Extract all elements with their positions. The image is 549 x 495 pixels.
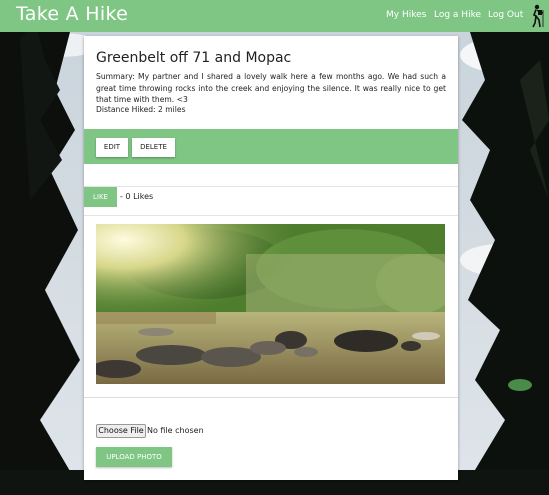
likes-count: - 0 Likes	[120, 192, 154, 201]
hiker-icon[interactable]	[530, 4, 546, 28]
nav-link-log-out[interactable]: Log Out	[488, 10, 523, 20]
file-status-text: No file chosen	[147, 426, 204, 435]
delete-button[interactable]: DELETE	[132, 138, 175, 157]
hike-card: Greenbelt off 71 and Mopac Summary: My p…	[84, 36, 458, 480]
like-row: LIKE - 0 Likes	[84, 186, 458, 216]
hike-distance: Distance Hiked: 2 miles	[96, 105, 186, 114]
hike-title: Greenbelt off 71 and Mopac	[96, 50, 292, 66]
navbar: Take A Hike My Hikes Log a Hike Log Out	[0, 0, 549, 32]
brand-logo[interactable]: Take A Hike	[16, 3, 128, 25]
hike-summary: Summary: My partner and I shared a lovel…	[96, 72, 446, 104]
card-action-bar: EDIT DELETE	[84, 129, 458, 164]
like-button[interactable]: LIKE	[84, 187, 117, 207]
nav-link-log-a-hike[interactable]: Log a Hike	[434, 10, 481, 20]
edit-button[interactable]: EDIT	[96, 138, 128, 157]
upload-photo-button[interactable]: UPLOAD PHOTO	[96, 447, 172, 467]
hike-photo	[96, 224, 445, 384]
nav-link-my-hikes[interactable]: My Hikes	[386, 10, 426, 20]
divider	[84, 397, 458, 398]
choose-file-button[interactable]: Choose File	[96, 424, 146, 438]
